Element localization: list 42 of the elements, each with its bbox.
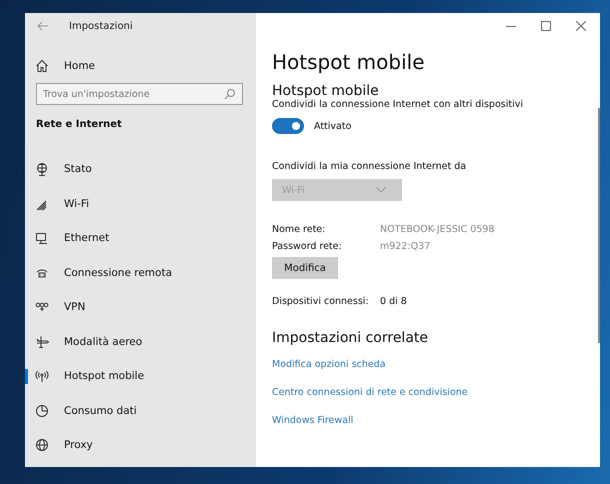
search-field[interactable]: Trova un'impostazione xyxy=(36,83,243,105)
detail-label: Nome rete: xyxy=(272,224,326,235)
globe-icon xyxy=(35,438,49,452)
detail-value: 0 di 8 xyxy=(380,296,407,307)
search-icon xyxy=(224,88,236,100)
window-title: Impostazioni xyxy=(69,20,133,32)
nav-item[interactable]: Stato xyxy=(25,152,256,186)
pie-chart-icon xyxy=(35,404,49,418)
monitor-icon xyxy=(35,231,49,246)
nav-item[interactable]: Consumo dati xyxy=(25,394,256,428)
nav-item[interactable]: Wi-Fi xyxy=(25,186,256,221)
globe-icon xyxy=(35,162,49,176)
hotspot-icon xyxy=(35,369,49,384)
scrollbar[interactable] xyxy=(598,108,600,343)
nav-item[interactable]: Connessione remota xyxy=(25,256,256,290)
section-heading: Hotspot mobile xyxy=(272,83,379,99)
page-title: Hotspot mobile xyxy=(272,50,424,74)
field-label: Condividi la mia connessione Internet da xyxy=(272,161,466,172)
toggle-label: Attivato xyxy=(314,120,352,132)
section-heading: Impostazioni correlate xyxy=(272,330,428,346)
description-text: Condividi la connessione Internet con altri dispositivi xyxy=(272,99,523,110)
edit-button[interactable]: Modifica xyxy=(272,257,338,279)
house-icon xyxy=(35,59,49,73)
section-heading: Rete e Internet xyxy=(35,118,123,132)
detail-label: Dispositivi connessi: xyxy=(272,296,370,307)
detail-value: m922:Q37 xyxy=(380,241,432,252)
detail-value: NOTEBOOK-JESSIC 0598 xyxy=(380,224,494,235)
home-item[interactable]: Home xyxy=(25,49,256,83)
nav-item[interactable]: VPN xyxy=(25,290,256,324)
nav-item[interactable]: Proxy xyxy=(25,428,256,462)
link[interactable]: Modifica opzioni scheda xyxy=(272,355,386,374)
link[interactable]: Windows Firewall xyxy=(272,411,354,430)
toggle-switch[interactable] xyxy=(272,118,304,134)
airplane-icon xyxy=(35,334,49,349)
detail-label: Password rete: xyxy=(272,241,343,252)
link[interactable]: Centro connessioni di rete e condivisione xyxy=(272,383,468,402)
nav-item[interactable]: Hotspot mobile xyxy=(25,359,256,394)
nav-item[interactable]: Ethernet xyxy=(25,221,256,256)
close-icon[interactable] xyxy=(576,21,586,31)
chevron-down-icon xyxy=(376,187,386,193)
maximize-icon[interactable] xyxy=(541,21,551,31)
nav-item[interactable]: Modalità aereo xyxy=(25,324,256,359)
